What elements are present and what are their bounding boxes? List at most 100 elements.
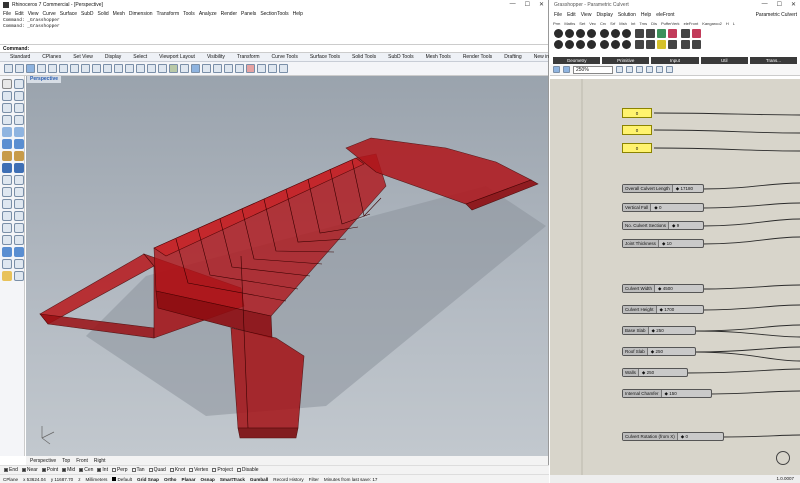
gh-plane-param-icon[interactable]	[565, 40, 574, 49]
tab-render-tools[interactable]: Render Tools	[457, 54, 498, 60]
gh-selected-preview-icon[interactable]	[656, 66, 663, 73]
menu-tools[interactable]: Tools	[183, 11, 195, 17]
command-input[interactable]: Command:	[0, 44, 548, 53]
print-icon[interactable]	[37, 64, 46, 73]
offset-icon[interactable]	[14, 175, 24, 185]
gh-wire-display-icon[interactable]	[636, 66, 643, 73]
gh-tab-sets[interactable]: Set	[579, 21, 585, 26]
gh-graph-mapper-icon[interactable]	[668, 40, 677, 49]
minimize-icon[interactable]: —	[510, 1, 516, 8]
scale-icon[interactable]	[14, 199, 24, 209]
menu-sectiontools[interactable]: SectionTools	[260, 11, 288, 17]
menu-help[interactable]: Help	[293, 11, 303, 17]
gh-brep-param-icon[interactable]	[587, 29, 596, 38]
new-file-icon[interactable]	[4, 64, 13, 73]
rotate-view-icon[interactable]	[114, 64, 123, 73]
zoom-icon[interactable]	[125, 64, 134, 73]
tab-visibility[interactable]: Visibility	[201, 54, 231, 60]
gh-point-param-icon[interactable]	[554, 29, 563, 38]
osnap-end[interactable]: End	[4, 467, 18, 473]
gh-menu-edit[interactable]: Edit	[567, 12, 576, 18]
gh-slider-base-slab[interactable]: Base Slab ◆ 250	[622, 326, 696, 335]
gh-menu-display[interactable]: Display	[596, 12, 612, 18]
view-tab-perspective[interactable]: Perspective	[30, 458, 56, 464]
hide-icon[interactable]	[224, 64, 233, 73]
circle-icon[interactable]	[2, 103, 12, 113]
mesh-icon[interactable]	[14, 151, 24, 161]
join-icon[interactable]	[2, 235, 12, 245]
osnap-knot[interactable]: Knot	[169, 467, 185, 473]
mode-smarttrack[interactable]: SmartTrack	[220, 477, 245, 482]
gh-tab-params[interactable]: Prm	[553, 21, 560, 26]
solid-union-icon[interactable]	[2, 163, 12, 173]
gh-menu-elefront[interactable]: eleFront	[656, 12, 674, 18]
rectangle-icon[interactable]	[2, 115, 12, 125]
select-all-icon[interactable]	[213, 64, 222, 73]
pan-icon[interactable]	[103, 64, 112, 73]
gh-button-icon[interactable]	[635, 40, 644, 49]
mode-grid-snap[interactable]: Grid Snap	[137, 477, 159, 482]
options-icon[interactable]	[268, 64, 277, 73]
gh-boolean-param-icon[interactable]	[600, 29, 609, 38]
gh-integer-param-icon[interactable]	[622, 29, 631, 38]
properties-icon[interactable]	[257, 64, 266, 73]
osnap-point[interactable]: Point	[41, 467, 58, 473]
save-icon[interactable]	[26, 64, 35, 73]
slider-value[interactable]: ◆ 250	[648, 349, 663, 355]
split-icon[interactable]	[14, 223, 24, 233]
mode-planar[interactable]: Planar	[182, 477, 196, 482]
osnap-disable[interactable]: Disable	[236, 467, 259, 473]
slider-value[interactable]: ◆ 9	[669, 223, 679, 229]
tab-mesh-tools[interactable]: Mesh Tools	[420, 54, 457, 60]
menu-file[interactable]: File	[3, 11, 11, 17]
gh-fitness-icon[interactable]	[692, 40, 701, 49]
gh-tab-transform[interactable]: Trns	[639, 21, 647, 26]
menu-transform[interactable]: Transform	[157, 11, 180, 17]
trim-icon[interactable]	[2, 223, 12, 233]
osnap-mid[interactable]: Mid	[62, 467, 75, 473]
subd-icon[interactable]	[2, 151, 12, 161]
menu-dimension[interactable]: Dimension	[129, 11, 153, 17]
menu-view[interactable]: View	[28, 11, 39, 17]
gh-slider-joint-thickness[interactable]: Joint Thickness ◆ 10	[622, 239, 704, 248]
gh-zoom-field[interactable]: 250%	[573, 65, 613, 74]
osnap-tan[interactable]: Tan	[131, 467, 145, 473]
lock-icon[interactable]	[235, 64, 244, 73]
gh-bake-icon[interactable]	[666, 66, 673, 73]
perspective-viewport[interactable]: Perspective	[26, 76, 548, 456]
slider-value[interactable]: ◆ 150	[662, 391, 677, 397]
gh-menu-solution[interactable]: Solution	[618, 12, 636, 18]
view-tab-front[interactable]: Front	[76, 458, 88, 464]
close-icon[interactable]: ✕	[539, 1, 544, 8]
gh-panel-icon[interactable]	[657, 29, 666, 38]
gh-category-input[interactable]: Input	[651, 57, 699, 64]
gh-slider-roof-slab[interactable]: Roof Slab ◆ 250	[622, 347, 696, 356]
dimension-icon[interactable]	[2, 247, 12, 257]
cut-icon[interactable]	[59, 64, 68, 73]
gh-value-list-icon[interactable]	[646, 40, 655, 49]
gh-tab-surface[interactable]: Srf	[610, 21, 615, 26]
gh-shaded-preview-icon[interactable]	[646, 66, 653, 73]
tab-cplanes[interactable]: CPlanes	[36, 54, 67, 60]
gh-sketch-icon[interactable]	[616, 66, 623, 73]
osnap-perp[interactable]: Perp	[111, 467, 128, 473]
gh-tab-display[interactable]: Dis	[651, 21, 657, 26]
tab-standard[interactable]: Standard	[4, 54, 36, 60]
point-icon[interactable]	[14, 79, 24, 89]
gh-vector-param-icon[interactable]	[576, 40, 585, 49]
tab-surface-tools[interactable]: Surface Tools	[304, 54, 346, 60]
slider-value[interactable]: ◆ 17180	[673, 186, 693, 192]
gh-tab-maths[interactable]: Maths	[564, 21, 575, 26]
gh-box-param-icon[interactable]	[587, 40, 596, 49]
tab-select[interactable]: Select	[127, 54, 153, 60]
gh-menu-help[interactable]: Help	[641, 12, 651, 18]
help-icon[interactable]	[279, 64, 288, 73]
tab-set-view[interactable]: Set View	[67, 54, 99, 60]
menu-edit[interactable]: Edit	[15, 11, 24, 17]
gh-category-geometry[interactable]: Geometry	[553, 57, 601, 64]
gh-text-param-icon[interactable]	[600, 40, 609, 49]
slider-value[interactable]: ◆ 1700	[657, 307, 675, 313]
surface-icon[interactable]	[2, 127, 12, 137]
gh-toggle-icon[interactable]	[635, 29, 644, 38]
gh-save-icon[interactable]	[563, 66, 570, 73]
